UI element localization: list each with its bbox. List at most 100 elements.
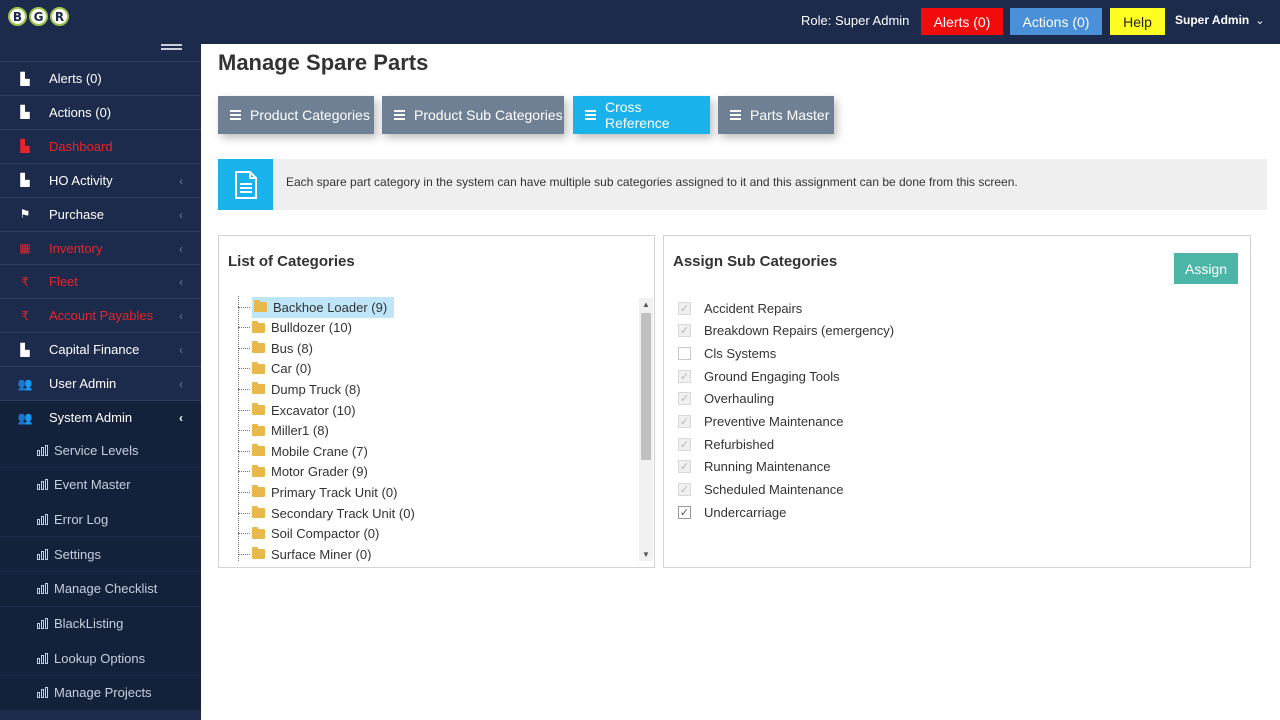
tree-item[interactable]: Bulldozer (10) xyxy=(238,318,355,338)
logo-letter: B xyxy=(8,7,27,26)
folder-icon xyxy=(252,506,265,518)
subcategory-checkbox-row: ✓ Ground Engaging Tools xyxy=(678,367,840,385)
folder-icon xyxy=(252,382,265,395)
tree-item[interactable]: Motor Grader (9) xyxy=(238,462,371,482)
tab-product-categories[interactable]: Product Categories xyxy=(218,96,374,134)
scroll-up-icon[interactable]: ▲ xyxy=(642,300,650,309)
checkbox-label: Accident Repairs xyxy=(704,300,803,316)
panel-title: Assign Sub Categories xyxy=(673,253,838,270)
checkbox: ✓ xyxy=(678,460,691,474)
tree-item[interactable]: Dump Truck (8) xyxy=(238,379,364,399)
tree-item-label: Surface Miner (0) xyxy=(271,546,372,561)
folder-icon xyxy=(252,403,265,415)
sidebar-subitem-service-levels[interactable]: Service Levels xyxy=(0,433,201,467)
folder-icon xyxy=(252,485,265,498)
user-menu[interactable]: Super Admin ⌄ xyxy=(1175,13,1264,27)
sidebar-subitem-manage-projects[interactable]: Manage Projects xyxy=(0,675,201,710)
sidebar-item-user-admin[interactable]: 👥 User Admin ‹ xyxy=(0,366,201,400)
sidebar-item-purchase[interactable]: ⚑ Purchase ‹ xyxy=(0,196,201,231)
checkbox: ✓ xyxy=(678,301,691,315)
sidebar-subitem-manage-checklist[interactable]: Manage Checklist xyxy=(0,571,201,606)
sidebar-item-label: Capital Finance xyxy=(49,342,140,358)
tree-item[interactable]: Secondary Track Unit (0) xyxy=(238,503,418,523)
sidebar-item-account-payables[interactable]: ₹ Account Payables ‹ xyxy=(0,298,201,332)
sidebar-item-label: System Admin xyxy=(49,410,133,425)
sidebar-subitem-settings[interactable]: Settings xyxy=(0,537,201,572)
assign-button[interactable]: Assign xyxy=(1174,253,1238,284)
sidebar-subitem-label: BlackListing xyxy=(54,616,124,631)
tree-item[interactable]: Soil Compactor (0) xyxy=(238,524,382,544)
chevron-down-icon: ⌄ xyxy=(1255,14,1265,27)
sidebar-item-dashboard[interactable]: ▙ Dashboard xyxy=(0,128,201,163)
tree-item[interactable]: Bus (8) xyxy=(238,338,316,358)
tab-cross-reference[interactable]: Cross Reference xyxy=(573,96,710,134)
sidebar-item-system-admin[interactable]: 👥 System Admin ‹ xyxy=(0,400,201,434)
tree-item-label: Secondary Track Unit (0) xyxy=(271,505,415,521)
tree-item-label: Bulldozer (10) xyxy=(271,320,352,336)
subcategory-checkbox-row[interactable]: Cls Systems xyxy=(678,344,776,362)
sidebar-item-label: User Admin xyxy=(49,376,117,392)
chevron-left-icon: ‹ xyxy=(179,377,183,392)
bar-chart-icon xyxy=(37,652,50,664)
subcategory-checkbox-row: ✓ Breakdown Repairs (emergency) xyxy=(678,322,894,340)
tree-item[interactable]: Mobile Crane (7) xyxy=(238,441,371,461)
subcategory-checkbox-row: ✓ Accident Repairs xyxy=(678,299,802,317)
tree-item-label: Soil Compactor (0) xyxy=(271,526,380,542)
flag-icon: ⚑ xyxy=(19,207,31,222)
chevron-left-icon: ‹ xyxy=(179,309,183,324)
sidebar-subitem-blacklisting[interactable]: BlackListing xyxy=(0,606,201,641)
sidebar-item-inventory[interactable]: ▦ Inventory ‹ xyxy=(0,230,201,265)
page-title: Manage Spare Parts xyxy=(218,50,429,75)
scroll-down-icon[interactable]: ▼ xyxy=(642,550,650,559)
alerts-button[interactable]: Alerts (0) xyxy=(921,8,1003,35)
tab-label: Product Categories xyxy=(250,107,370,123)
bgr-logo[interactable]: B G R xyxy=(8,7,69,26)
sidebar-item-alerts-0[interactable]: ▙ Alerts (0) xyxy=(0,61,201,95)
tree-item[interactable]: Backhoe Loader (9) xyxy=(238,296,395,318)
tree-item[interactable]: Excavator (10) xyxy=(238,400,359,420)
actions-button[interactable]: Actions (0) xyxy=(1010,8,1102,35)
checkbox[interactable] xyxy=(678,346,691,360)
folder-icon xyxy=(252,547,265,560)
tab-product-sub-categories[interactable]: Product Sub Categories xyxy=(382,96,564,134)
sidebar-item-actions-0[interactable]: ▙ Actions (0) xyxy=(0,94,201,129)
sidebar-item-capital-finance[interactable]: ▙ Capital Finance ‹ xyxy=(0,332,201,366)
tree-item[interactable]: Primary Track Unit (0) xyxy=(238,482,400,502)
folder-icon xyxy=(254,300,267,312)
bar-chart-icon xyxy=(37,444,50,456)
sidebar-subitem-label: Manage Projects xyxy=(54,685,152,701)
role-label: Role: Super Admin xyxy=(801,13,910,28)
chevron-left-icon: ‹ xyxy=(179,343,183,358)
subcategory-checkbox-row[interactable]: ✓ Undercarriage xyxy=(678,503,786,521)
rupee-icon: ₹ xyxy=(21,308,29,323)
tree-scrollbar[interactable]: ▲ ▼ xyxy=(639,298,653,561)
tree-connector xyxy=(238,512,250,514)
tree-item[interactable]: Surface Miner (0) xyxy=(238,544,374,561)
tree-item-label: Primary Track Unit (0) xyxy=(271,484,398,500)
sidebar-item-ho-activity[interactable]: ▙ HO Activity ‹ xyxy=(0,162,201,197)
tree-connector xyxy=(238,430,250,432)
tree-item-label: Mobile Crane (7) xyxy=(271,443,368,459)
checkbox: ✓ xyxy=(678,369,691,383)
tree-item[interactable]: Car (0) xyxy=(238,359,314,379)
sidebar-subitem-error-log[interactable]: Error Log xyxy=(0,502,201,537)
sidebar-item-fleet[interactable]: ₹ Fleet ‹ xyxy=(0,264,201,298)
sidebar-subitem-label: Lookup Options xyxy=(54,650,146,666)
sidebar-subitem-event-master[interactable]: Event Master xyxy=(0,467,201,502)
checkbox[interactable]: ✓ xyxy=(678,505,691,519)
bar-chart-icon xyxy=(37,479,50,491)
subcategory-checkbox-row: ✓ Preventive Maintenance xyxy=(678,413,843,431)
info-text: Each spare part category in the system c… xyxy=(286,175,1018,189)
menu-toggle-icon[interactable] xyxy=(161,44,182,52)
assign-panel: Assign Sub Categories Assign ✓ Accident R… xyxy=(663,235,1251,568)
tree-connector xyxy=(238,491,250,493)
tab-parts-master[interactable]: Parts Master xyxy=(718,96,834,134)
scroll-thumb[interactable] xyxy=(641,313,651,460)
checkbox-label: Preventive Maintenance xyxy=(704,414,844,429)
sidebar-subitem-label: Event Master xyxy=(54,477,131,493)
tree-item[interactable]: Miller1 (8) xyxy=(238,421,332,441)
help-button[interactable]: Help xyxy=(1110,8,1165,35)
tree-connector xyxy=(238,347,250,349)
checkbox: ✓ xyxy=(678,324,691,338)
sidebar-subitem-lookup-options[interactable]: Lookup Options xyxy=(0,641,201,676)
